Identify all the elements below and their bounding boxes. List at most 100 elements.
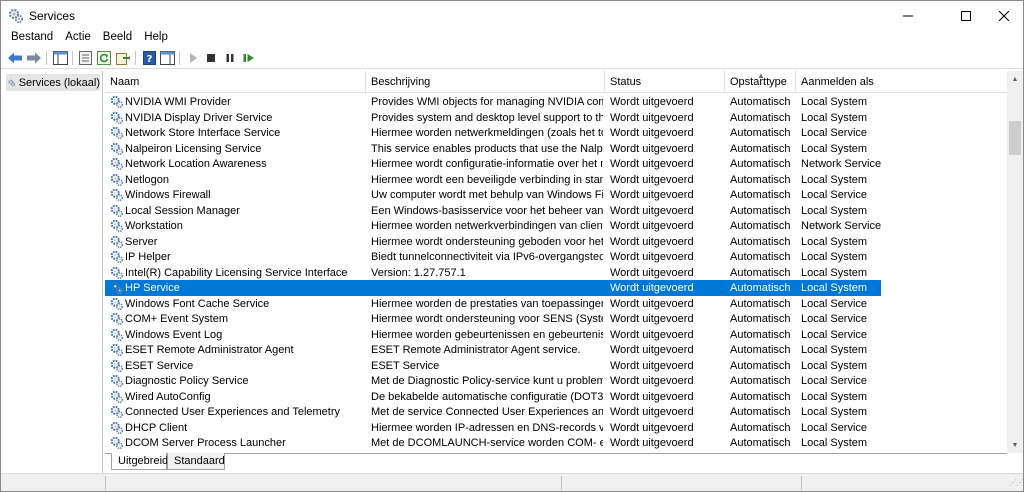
table-row[interactable]: Nalpeiron Licensing Service This service … xyxy=(105,141,881,157)
service-startup-type: Automatisch xyxy=(730,282,791,294)
service-startup-type: Automatisch xyxy=(730,406,791,418)
service-description: This service enables products that use t… xyxy=(371,142,603,155)
service-startup-type: Automatisch xyxy=(730,189,791,201)
column-header-naam[interactable]: Naam xyxy=(105,71,366,93)
service-name: NVIDIA Display Driver Service xyxy=(125,111,273,124)
table-row[interactable]: Local Session Manager Een Windows-basisse… xyxy=(105,203,881,219)
column-header-label: Aanmelden als xyxy=(801,75,874,88)
service-log-on-as: Local System xyxy=(801,173,868,186)
table-row[interactable]: IP Helper Biedt tunnelconnectiviteit via … xyxy=(105,249,881,265)
resize-grip-icon[interactable]: ⋰⋰ xyxy=(1009,478,1024,487)
table-row[interactable]: Server Hiermee wordt ondersteuning gebode… xyxy=(105,234,881,250)
scrollbar-thumb[interactable] xyxy=(1009,121,1021,155)
close-button[interactable] xyxy=(981,1,1024,31)
show-pane-button[interactable] xyxy=(159,50,175,66)
service-status: Wordt uitgevoerd xyxy=(610,111,694,124)
service-startup-type: Automatisch xyxy=(730,375,791,387)
service-startup-type: Automatisch xyxy=(730,220,791,232)
service-log-on-as: Local System xyxy=(801,390,868,403)
view-tabs: Uitgebreid Standaard xyxy=(105,453,1007,473)
minimize-button[interactable] xyxy=(885,1,931,31)
properties-button[interactable] xyxy=(77,50,93,66)
service-gear-icon xyxy=(110,204,124,217)
column-header-beschrijving[interactable]: Beschrijving xyxy=(366,71,605,93)
menu-help[interactable]: Help xyxy=(138,29,174,47)
scroll-up-icon[interactable]: ▲ xyxy=(1007,71,1023,87)
service-log-on-as: Local System xyxy=(801,437,868,449)
service-status: Wordt uitgevoerd xyxy=(610,158,694,170)
service-description: Hiermee wordt een beveiligde verbinding … xyxy=(371,173,603,186)
refresh-button[interactable] xyxy=(96,50,112,66)
maximize-icon xyxy=(961,11,971,21)
table-row[interactable]: Network Location Awareness Hiermee wordt … xyxy=(105,156,881,172)
service-log-on-as: Local System xyxy=(801,282,868,294)
table-row[interactable]: Windows Firewall Uw computer wordt met be… xyxy=(105,187,881,203)
tab-uitgebreid[interactable]: Uitgebreid xyxy=(111,453,168,470)
service-gear-icon xyxy=(110,157,124,171)
table-row[interactable]: NVIDIA WMI Provider Provides WMI objects … xyxy=(105,94,881,110)
menu-bestand[interactable]: Bestand xyxy=(1,29,59,47)
table-row[interactable]: Windows Font Cache Service Hiermee worden… xyxy=(105,296,881,312)
table-row[interactable]: Windows Event Log Hiermee worden gebeurte… xyxy=(105,327,881,343)
service-name: Workstation xyxy=(125,220,183,232)
service-gear-icon xyxy=(110,436,124,450)
service-name: Local Session Manager xyxy=(125,204,240,217)
start-service-button[interactable] xyxy=(185,50,201,66)
table-row[interactable]: NVIDIA Display Driver Service Provides sy… xyxy=(105,110,881,126)
tree-item-services-local[interactable]: Services (lokaal) xyxy=(6,74,100,91)
service-gear-icon xyxy=(110,173,124,186)
table-row[interactable]: ESET Service ESET Service Wordt uitgevoerd… xyxy=(105,358,881,374)
menu-beeld[interactable]: Beeld xyxy=(97,29,138,47)
table-row[interactable]: COM+ Event System Hiermee wordt ondersteu… xyxy=(105,311,881,327)
service-status: Wordt uitgevoerd xyxy=(610,344,694,356)
help-button[interactable]: ? xyxy=(141,50,157,66)
service-status: Wordt uitgevoerd xyxy=(610,266,694,279)
table-row[interactable]: Netlogon Hiermee wordt een beveiligde ver… xyxy=(105,172,881,188)
service-startup-type: Automatisch xyxy=(730,158,791,170)
column-header-status[interactable]: Status xyxy=(605,71,725,93)
table-row[interactable]: Intel(R) Capability Licensing Service In… xyxy=(105,265,881,281)
service-status: Wordt uitgevoerd xyxy=(610,189,694,201)
stop-service-button[interactable] xyxy=(203,50,219,66)
services-window: Services Bestand Actie Beeld Help ? Serv… xyxy=(0,0,1024,492)
show-hide-tree-button[interactable] xyxy=(52,50,68,66)
back-button[interactable] xyxy=(7,50,23,66)
service-log-on-as: Local System xyxy=(801,142,868,155)
table-row[interactable]: ESET Remote Administrator Agent ESET Remo… xyxy=(105,342,881,358)
service-description: Hiermee wordt ondersteuning geboden voor… xyxy=(371,235,603,248)
table-row[interactable]: Connected User Experiences and Telemetry… xyxy=(105,404,881,420)
table-row[interactable]: HP Service Wordt uitgevoerd Automatisch Loc… xyxy=(105,280,881,296)
service-description: Provides system and desktop level suppor… xyxy=(371,111,603,124)
service-log-on-as: Local Service xyxy=(801,421,868,434)
table-row[interactable]: Network Store Interface Service Hiermee w… xyxy=(105,125,881,141)
title-bar[interactable]: Services xyxy=(1,1,1023,31)
show-pane-icon xyxy=(159,51,175,65)
table-row[interactable]: DHCP Client Hiermee worden IP-adressen en… xyxy=(105,420,881,436)
column-header-aanmelden-als[interactable]: Aanmelden als xyxy=(796,71,1007,93)
vertical-scrollbar[interactable]: ▲ ▼ xyxy=(1007,71,1023,453)
table-row[interactable]: DCOM Server Process Launcher Met de DCOML… xyxy=(105,435,881,451)
service-gear-icon xyxy=(110,111,124,124)
pause-service-button[interactable] xyxy=(222,50,238,66)
restart-service-button[interactable] xyxy=(241,50,257,66)
service-name: ESET Remote Administrator Agent xyxy=(125,344,294,356)
service-description: Uw computer wordt met behulp van Windows… xyxy=(371,189,603,201)
menu-actie[interactable]: Actie xyxy=(59,29,97,47)
table-row[interactable]: Workstation Hiermee worden netwerkverbind… xyxy=(105,218,881,234)
service-status: Wordt uitgevoerd xyxy=(610,235,694,248)
service-gear-icon xyxy=(110,126,124,140)
export-button[interactable] xyxy=(115,50,131,66)
service-name: Nalpeiron Licensing Service xyxy=(125,142,262,155)
service-status: Wordt uitgevoerd xyxy=(610,127,694,139)
tab-standaard[interactable]: Standaard xyxy=(167,453,225,470)
back-icon xyxy=(8,52,22,64)
service-name: DHCP Client xyxy=(125,421,188,434)
scroll-down-icon[interactable]: ▼ xyxy=(1007,437,1023,453)
forward-button[interactable] xyxy=(26,50,42,66)
service-description: Biedt tunnelconnectiviteit via IPv6-over… xyxy=(371,251,603,263)
pause-service-icon xyxy=(226,54,234,62)
column-header-label: Beschrijving xyxy=(371,75,431,88)
table-row[interactable]: Diagnostic Policy Service Met de Diagnost… xyxy=(105,373,881,389)
close-icon xyxy=(999,11,1009,21)
table-row[interactable]: Wired AutoConfig De bekabelde automatisch… xyxy=(105,389,881,405)
